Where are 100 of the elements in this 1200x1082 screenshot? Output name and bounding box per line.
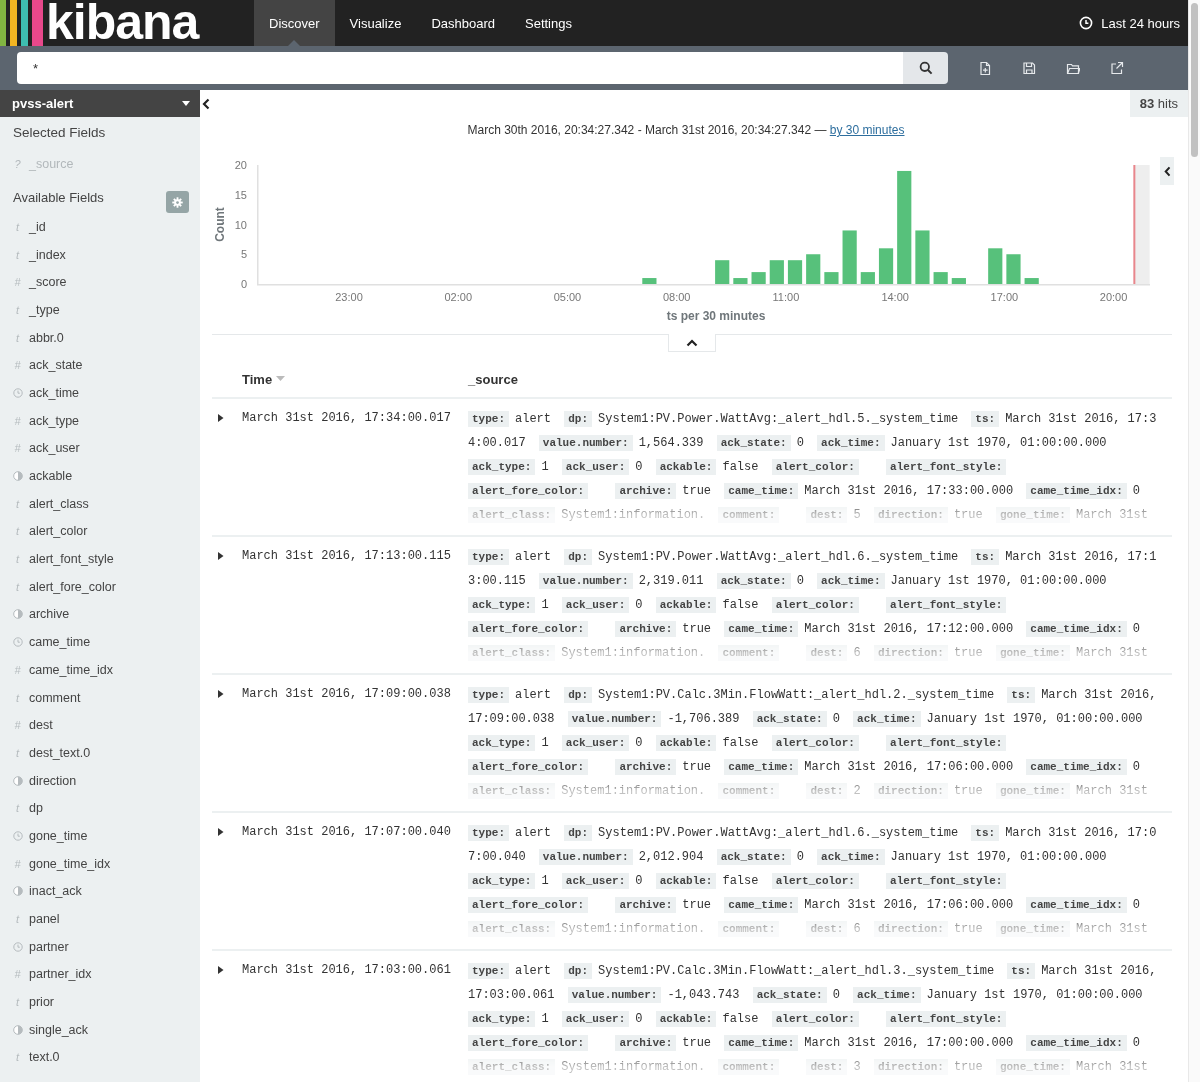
column-header[interactable]: _source <box>468 371 518 387</box>
bar[interactable] <box>642 278 657 284</box>
field-name[interactable]: text.0 <box>29 1050 60 1065</box>
logo-text: kibana <box>46 0 199 46</box>
logo-stripes-icon <box>0 0 44 46</box>
field-name[interactable]: came_time_idx <box>29 662 114 677</box>
field-name[interactable]: _index <box>29 247 66 262</box>
bar[interactable] <box>988 248 1003 284</box>
search-field[interactable]: * <box>17 52 903 84</box>
bar[interactable] <box>897 170 912 284</box>
field-name[interactable]: gone_time <box>29 828 88 843</box>
field-name[interactable]: ack_state <box>29 358 83 373</box>
half-circle-icon <box>13 609 23 620</box>
field-name[interactable]: alert_font_style <box>29 552 114 567</box>
tick-label: 14:00 <box>881 291 909 303</box>
field-name[interactable]: comment <box>29 690 81 705</box>
field-name[interactable]: gone_time_idx <box>29 856 111 871</box>
nav-tab[interactable]: Visualize <box>334 0 417 46</box>
field-name[interactable]: archive <box>29 607 70 622</box>
field-name[interactable]: partner_idx <box>29 967 92 982</box>
expand-row-button[interactable] <box>218 966 224 974</box>
chevron-left-icon <box>1163 165 1171 177</box>
time-picker[interactable]: Last 24 hours <box>1073 0 1188 46</box>
field-name[interactable]: single_ack <box>29 1022 89 1037</box>
tick-label: 20:00 <box>1099 291 1128 303</box>
bar[interactable] <box>842 230 857 284</box>
field-type-icon: # <box>13 857 22 870</box>
field-type-icon: # <box>13 719 22 732</box>
sort-caret-icon <box>276 376 286 382</box>
expand-row-button[interactable] <box>218 414 224 422</box>
chevron-left-icon <box>202 98 210 110</box>
field-name[interactable]: ack_user <box>29 441 80 456</box>
bar[interactable] <box>933 272 948 284</box>
expand-row-button[interactable] <box>218 828 224 836</box>
index-pattern-selector[interactable]: pvss-alert <box>0 90 200 117</box>
timestamp: March 31st 2016, 17:13:00.115 <box>242 548 452 563</box>
tick-label: 5 <box>240 248 247 261</box>
clock-icon <box>13 387 23 398</box>
half-circle-icon <box>13 886 23 897</box>
caret-icon <box>182 100 190 107</box>
bar[interactable] <box>769 260 784 284</box>
field-name[interactable]: panel <box>29 912 60 927</box>
field-name[interactable]: partner <box>29 939 69 954</box>
caret-right-icon <box>218 414 224 422</box>
bar[interactable] <box>824 272 839 284</box>
field-name[interactable]: ack_type <box>29 413 80 428</box>
field-type-icon: # <box>13 442 22 455</box>
bar[interactable] <box>787 260 803 284</box>
tick-label: 0 <box>240 278 247 290</box>
half-circle-icon <box>13 1024 23 1035</box>
scrollbar-thumb[interactable] <box>1191 3 1198 157</box>
interval-link[interactable]: by 30 minutes <box>829 123 905 137</box>
tick-label: 02:00 <box>444 291 472 303</box>
field-name[interactable]: alert_class <box>29 496 89 511</box>
search-button[interactable] <box>903 52 948 84</box>
collapse-chart-button[interactable] <box>668 334 716 352</box>
expand-row-button[interactable] <box>218 690 224 698</box>
tick-label: 17:00 <box>990 291 1019 303</box>
field-name[interactable]: dp <box>29 801 43 816</box>
bar[interactable] <box>951 278 966 284</box>
field-name[interactable]: abbr.0 <box>29 330 64 345</box>
document-source-text: type: alert dp: System1:PV.Calc.3Min.FlowWatt:_alert_hdl.2._system_time ts: March 31st 2016, 17:09:00.038 value.number: -1,706.389 ack_state: 0 ack_time: January 1st 1970, 01:00:00.000 ack_type: 1 ack_user: 0 ackable: false alert_color: alert_font_style: alert_fore_color: archive: true came_time: March 31st 2016, 17:06:00.000 came_time_idx: 0 alert_class: System1:information. comment: dest: 2 direction: true gone_time: March 31st <box>468 686 1158 801</box>
bar[interactable] <box>1024 278 1039 284</box>
field-name[interactable]: alert_fore_color <box>29 579 116 594</box>
field-type-icon: # <box>13 276 22 289</box>
caret-right-icon <box>218 690 224 698</box>
hit-count: 83 hits <box>1129 90 1188 117</box>
expand-row-button[interactable] <box>218 552 224 560</box>
column-header[interactable]: Time <box>242 371 286 387</box>
nav-tab[interactable]: Dashboard <box>416 0 510 46</box>
bar[interactable] <box>733 278 748 284</box>
field-name[interactable]: ack_time <box>29 385 80 400</box>
field-name[interactable]: _score <box>29 275 67 290</box>
field-name[interactable]: dest <box>29 718 53 733</box>
bar[interactable] <box>1006 254 1021 284</box>
nav-tab[interactable]: Settings <box>510 0 587 46</box>
field-name[interactable]: dest_text.0 <box>29 745 91 760</box>
field-name[interactable]: ackable <box>29 469 73 484</box>
field-name[interactable]: _id <box>29 219 46 234</box>
bar[interactable] <box>751 272 766 284</box>
folder-icon <box>1066 61 1080 75</box>
half-circle-icon <box>13 471 23 482</box>
legend-toggle-button[interactable] <box>1160 157 1174 185</box>
field-name[interactable]: inact_ack <box>29 884 82 899</box>
bar[interactable] <box>806 254 821 284</box>
bar[interactable] <box>915 230 930 284</box>
field-name[interactable]: direction <box>29 773 77 788</box>
bar[interactable] <box>860 272 875 284</box>
field-name[interactable]: _type <box>29 302 60 317</box>
field-name[interactable]: alert_color <box>29 524 88 539</box>
document-source-text: type: alert dp: System1:PV.Power.WattAvg:_alert_hdl.6._system_time ts: March 31st 2016, 17:07:00.040 value.number: 2,012.904 ack_state: 0 ack_time: January 1st 1970, 01:00:00.000 ack_type: 1 ack_user: 0 ackable: false alert_color: alert_font_style: alert_fore_color: archive: true came_time: March 31st 2016, 17:06:00.000 came_time_idx: 0 alert_class: System1:information. comment: dest: 6 direction: true gone_time: March 31st <box>468 824 1158 939</box>
field-type-icon: # <box>13 414 22 427</box>
settings-button[interactable] <box>166 191 189 213</box>
field-name[interactable]: came_time <box>29 635 91 650</box>
field-name[interactable]: prior <box>29 995 54 1010</box>
nav-tab[interactable]: Discover <box>254 0 335 46</box>
collapse-button[interactable] <box>202 98 210 110</box>
bar[interactable] <box>878 248 894 284</box>
bar[interactable] <box>715 260 730 284</box>
axis-title: Count <box>213 207 227 242</box>
